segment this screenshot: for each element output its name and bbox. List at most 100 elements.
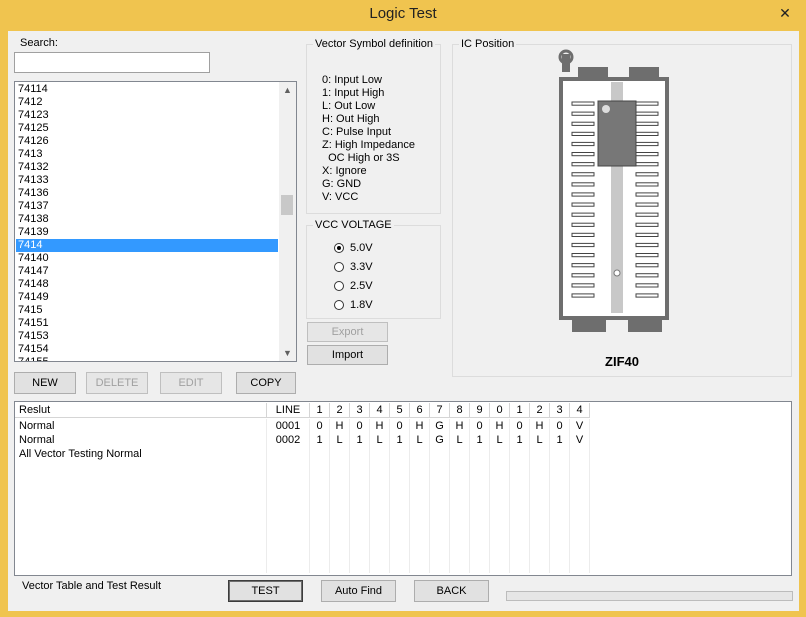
close-icon[interactable]: ✕ [774, 3, 796, 23]
table-cell: 0002 [267, 433, 310, 447]
column-header[interactable]: 0 [490, 403, 510, 418]
empty-cell [490, 489, 510, 503]
table-cell [490, 447, 510, 461]
table-cell: L [450, 433, 470, 447]
empty-cell [490, 461, 510, 475]
list-item[interactable]: 74147 [16, 265, 278, 278]
radio-dot [337, 246, 341, 250]
export-button[interactable]: Export [307, 322, 388, 342]
back-button[interactable]: BACK [414, 580, 489, 602]
symbol-line: OC High or 3S [322, 152, 400, 164]
empty-cell [530, 559, 550, 573]
new-button[interactable]: NEW [14, 372, 76, 394]
empty-cell [310, 559, 330, 573]
column-header[interactable]: 7 [430, 403, 450, 418]
empty-cell [510, 531, 530, 545]
vcc-radio-2-5V[interactable] [334, 281, 344, 291]
search-input[interactable] [14, 52, 210, 73]
column-header[interactable]: 5 [390, 403, 410, 418]
empty-cell [330, 503, 350, 517]
list-item[interactable]: 74114 [16, 83, 278, 96]
list-item[interactable]: 7415 [16, 304, 278, 317]
delete-button[interactable]: DELETE [86, 372, 148, 394]
table-cell: 0 [310, 419, 330, 433]
copy-button[interactable]: COPY [236, 372, 296, 394]
list-item[interactable]: 74125 [16, 122, 278, 135]
list-item[interactable]: 74153 [16, 330, 278, 343]
list-item[interactable]: 7412 [16, 96, 278, 109]
list-item[interactable]: 74139 [16, 226, 278, 239]
list-item[interactable]: 74148 [16, 278, 278, 291]
vcc-option-label[interactable]: 2.5V [350, 280, 373, 292]
table-cell: V [570, 419, 590, 433]
list-item[interactable]: 74137 [16, 200, 278, 213]
vcc-radio-1-8V[interactable] [334, 300, 344, 310]
table-cell: Normal [15, 433, 267, 447]
column-header[interactable]: 6 [410, 403, 430, 418]
window-title: Logic Test [369, 5, 437, 22]
table-cell [310, 447, 330, 461]
empty-cell [470, 489, 490, 503]
vcc-option-label[interactable]: 5.0V [350, 242, 373, 254]
empty-cell [530, 545, 550, 559]
column-header[interactable]: 3 [350, 403, 370, 418]
vcc-radio-5-0V[interactable] [334, 243, 344, 253]
column-header[interactable]: 3 [550, 403, 570, 418]
empty-cell [490, 531, 510, 545]
empty-cell [330, 545, 350, 559]
list-item[interactable]: 74154 [16, 343, 278, 356]
column-header[interactable]: 4 [370, 403, 390, 418]
table-cell: 1 [550, 433, 570, 447]
vcc-option-label[interactable]: 3.3V [350, 261, 373, 273]
test-button[interactable]: TEST [228, 580, 303, 602]
empty-cell [550, 503, 570, 517]
column-header[interactable]: Reslut [15, 403, 267, 418]
empty-cell [490, 503, 510, 517]
scroll-down-icon[interactable]: ▼ [279, 345, 296, 361]
vcc-voltage-title: VCC VOLTAGE [313, 219, 394, 231]
list-item[interactable]: 74140 [16, 252, 278, 265]
column-header[interactable]: 2 [330, 403, 350, 418]
column-header[interactable]: 2 [530, 403, 550, 418]
column-header[interactable]: 1 [510, 403, 530, 418]
list-item[interactable]: 74136 [16, 187, 278, 200]
list-item[interactable]: 74151 [16, 317, 278, 330]
table-cell: 0 [350, 419, 370, 433]
auto-find-button[interactable]: Auto Find [321, 580, 396, 602]
column-header[interactable]: 9 [470, 403, 490, 418]
results-table[interactable]: Reslut LINE 1 2 3 4 5 6 7 8 9 0 1 2 3 4 Normal 0001 0 H 0 H 0… [14, 401, 792, 576]
table-cell: 1 [470, 433, 490, 447]
list-item[interactable]: 7414 [16, 239, 278, 252]
symbol-line: H: Out High [322, 113, 380, 125]
column-header[interactable]: 1 [310, 403, 330, 418]
import-button[interactable]: Import [307, 345, 388, 365]
list-item[interactable]: 74132 [16, 161, 278, 174]
list-item[interactable]: 74126 [16, 135, 278, 148]
empty-cell [15, 545, 267, 559]
list-item[interactable]: 74149 [16, 291, 278, 304]
scroll-up-icon[interactable]: ▲ [279, 82, 296, 98]
vcc-radio-3-3V[interactable] [334, 262, 344, 272]
column-header[interactable]: 4 [570, 403, 590, 418]
empty-cell [330, 475, 350, 489]
list-item[interactable]: 7413 [16, 148, 278, 161]
table-cell: L [490, 433, 510, 447]
empty-cell [570, 559, 590, 573]
list-item[interactable]: 74138 [16, 213, 278, 226]
list-item[interactable]: 74155 [16, 356, 278, 361]
list-item[interactable]: 74123 [16, 109, 278, 122]
ic-listbox[interactable]: 74114 7412 74123 74125 74126 7413 74132 74133 74… [14, 81, 297, 362]
vector-symbol-title: Vector Symbol definition [313, 38, 436, 50]
empty-cell [490, 559, 510, 573]
edit-button[interactable]: EDIT [160, 372, 222, 394]
column-header[interactable]: 8 [450, 403, 470, 418]
empty-cell [310, 489, 330, 503]
column-header[interactable]: LINE [267, 403, 310, 418]
empty-cell [490, 545, 510, 559]
list-scrollbar[interactable]: ▲ ▼ [279, 82, 296, 361]
scroll-thumb[interactable] [281, 195, 293, 215]
empty-cell [15, 503, 267, 517]
vcc-option-label[interactable]: 1.8V [350, 299, 373, 311]
list-item[interactable]: 74133 [16, 174, 278, 187]
table-cell: 1 [310, 433, 330, 447]
